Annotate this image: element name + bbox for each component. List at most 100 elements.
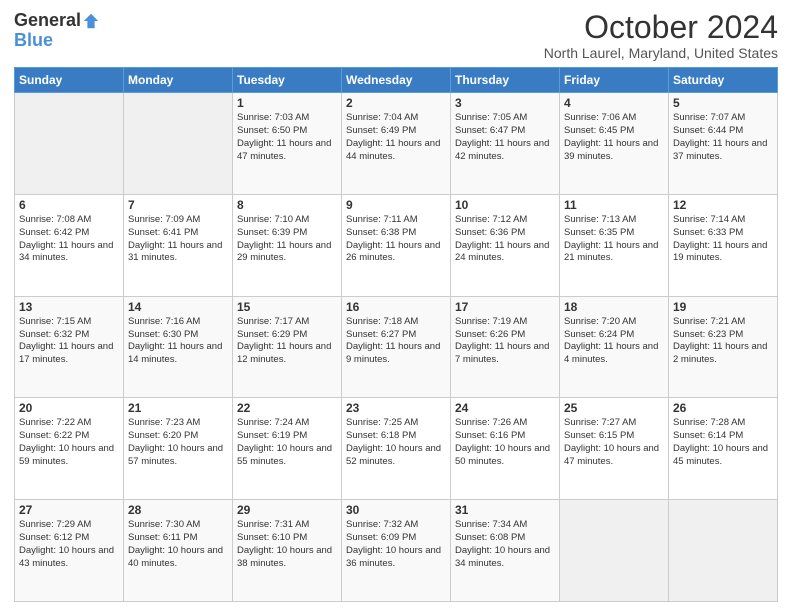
day-number: 3 xyxy=(455,96,555,110)
cell-content: Sunrise: 7:15 AM Sunset: 6:32 PM Dayligh… xyxy=(19,316,119,367)
calendar-cell: 12 Sunrise: 7:14 AM Sunset: 6:33 PM Dayli… xyxy=(669,194,778,296)
calendar-cell: 9Sunrise: 7:11 AM Sunset: 6:38 PM Daylig… xyxy=(342,194,451,296)
day-number: 6 xyxy=(19,198,119,212)
header: General Blue October 2024 North Laurel, … xyxy=(14,10,778,61)
logo-blue-text: Blue xyxy=(14,31,53,49)
cell-content: Sunrise: 7:05 AM Sunset: 6:47 PM Dayligh… xyxy=(455,112,555,163)
day-number: 26 xyxy=(673,401,773,415)
day-number: 12 xyxy=(673,198,773,212)
day-number: 27 xyxy=(19,503,119,517)
calendar-cell: 15 Sunrise: 7:17 AM Sunset: 6:29 PM Dayli… xyxy=(233,296,342,398)
calendar-cell: 22Sunrise: 7:24 AM Sunset: 6:19 PM Dayli… xyxy=(233,398,342,500)
day-number: 14 xyxy=(128,300,228,314)
day-number: 23 xyxy=(346,401,446,415)
cell-content: Sunrise: 7:34 AM Sunset: 6:08 PM Dayligh… xyxy=(455,519,555,570)
calendar-cell: 11 Sunrise: 7:13 AM Sunset: 6:35 PM Dayli… xyxy=(560,194,669,296)
day-of-week-header: Sunday xyxy=(15,68,124,93)
cell-content: Sunrise: 7:12 AM Sunset: 6:36 PM Dayligh… xyxy=(455,214,555,265)
cell-content: Sunrise: 7:20 AM Sunset: 6:24 PM Dayligh… xyxy=(564,316,664,367)
calendar-cell: 18 Sunrise: 7:20 AM Sunset: 6:24 PM Dayli… xyxy=(560,296,669,398)
calendar-cell: 26Sunrise: 7:28 AM Sunset: 6:14 PM Dayli… xyxy=(669,398,778,500)
logo: General Blue xyxy=(14,10,100,49)
calendar-cell: 10Sunrise: 7:12 AM Sunset: 6:36 PM Dayli… xyxy=(451,194,560,296)
day-number: 16 xyxy=(346,300,446,314)
day-number: 24 xyxy=(455,401,555,415)
calendar-cell: 27 Sunrise: 7:29 AM Sunset: 6:12 PM Dayli… xyxy=(15,500,124,602)
day-number: 2 xyxy=(346,96,446,110)
cell-content: Sunrise: 7:26 AM Sunset: 6:16 PM Dayligh… xyxy=(455,417,555,468)
day-number: 17 xyxy=(455,300,555,314)
location-subtitle: North Laurel, Maryland, United States xyxy=(544,45,778,61)
calendar-cell: 16 Sunrise: 7:18 AM Sunset: 6:27 PM Dayli… xyxy=(342,296,451,398)
calendar-week-row: 27 Sunrise: 7:29 AM Sunset: 6:12 PM Dayli… xyxy=(15,500,778,602)
cell-content: Sunrise: 7:17 AM Sunset: 6:29 PM Dayligh… xyxy=(237,316,337,367)
day-number: 7 xyxy=(128,198,228,212)
cell-content: Sunrise: 7:21 AM Sunset: 6:23 PM Dayligh… xyxy=(673,316,773,367)
logo-text: General xyxy=(14,10,100,31)
day-number: 19 xyxy=(673,300,773,314)
cell-content: Sunrise: 7:19 AM Sunset: 6:26 PM Dayligh… xyxy=(455,316,555,367)
cell-content: Sunrise: 7:27 AM Sunset: 6:15 PM Dayligh… xyxy=(564,417,664,468)
logo-icon xyxy=(82,12,100,30)
day-number: 30 xyxy=(346,503,446,517)
day-number: 18 xyxy=(564,300,664,314)
cell-content: Sunrise: 7:31 AM Sunset: 6:10 PM Dayligh… xyxy=(237,519,337,570)
cell-content: Sunrise: 7:22 AM Sunset: 6:22 PM Dayligh… xyxy=(19,417,119,468)
page: General Blue October 2024 North Laurel, … xyxy=(0,0,792,612)
cell-content: Sunrise: 7:30 AM Sunset: 6:11 PM Dayligh… xyxy=(128,519,228,570)
day-of-week-header: Monday xyxy=(124,68,233,93)
day-number: 15 xyxy=(237,300,337,314)
calendar-cell: 8Sunrise: 7:10 AM Sunset: 6:39 PM Daylig… xyxy=(233,194,342,296)
day-number: 13 xyxy=(19,300,119,314)
cell-content: Sunrise: 7:09 AM Sunset: 6:41 PM Dayligh… xyxy=(128,214,228,265)
cell-content: Sunrise: 7:10 AM Sunset: 6:39 PM Dayligh… xyxy=(237,214,337,265)
calendar-cell: 3 Sunrise: 7:05 AM Sunset: 6:47 PM Daylig… xyxy=(451,93,560,195)
calendar-cell: 5Sunrise: 7:07 AM Sunset: 6:44 PM Daylig… xyxy=(669,93,778,195)
day-of-week-header: Friday xyxy=(560,68,669,93)
calendar-cell: 23 Sunrise: 7:25 AM Sunset: 6:18 PM Dayli… xyxy=(342,398,451,500)
cell-content: Sunrise: 7:18 AM Sunset: 6:27 PM Dayligh… xyxy=(346,316,446,367)
calendar-table: SundayMondayTuesdayWednesdayThursdayFrid… xyxy=(14,67,778,602)
logo-general-text: General xyxy=(14,10,81,31)
calendar-cell: 21Sunrise: 7:23 AM Sunset: 6:20 PM Dayli… xyxy=(124,398,233,500)
title-section: October 2024 North Laurel, Maryland, Uni… xyxy=(544,10,778,61)
cell-content: Sunrise: 7:23 AM Sunset: 6:20 PM Dayligh… xyxy=(128,417,228,468)
cell-content: Sunrise: 7:13 AM Sunset: 6:35 PM Dayligh… xyxy=(564,214,664,265)
calendar-cell: 31 Sunrise: 7:34 AM Sunset: 6:08 PM Dayli… xyxy=(451,500,560,602)
calendar-header-row: SundayMondayTuesdayWednesdayThursdayFrid… xyxy=(15,68,778,93)
cell-content: Sunrise: 7:06 AM Sunset: 6:45 PM Dayligh… xyxy=(564,112,664,163)
calendar-cell: 13 Sunrise: 7:15 AM Sunset: 6:32 PM Dayli… xyxy=(15,296,124,398)
day-number: 20 xyxy=(19,401,119,415)
calendar-cell: 24 Sunrise: 7:26 AM Sunset: 6:16 PM Dayli… xyxy=(451,398,560,500)
calendar-cell xyxy=(124,93,233,195)
day-of-week-header: Saturday xyxy=(669,68,778,93)
calendar-cell: 30 Sunrise: 7:32 AM Sunset: 6:09 PM Dayli… xyxy=(342,500,451,602)
calendar-cell xyxy=(15,93,124,195)
cell-content: Sunrise: 7:04 AM Sunset: 6:49 PM Dayligh… xyxy=(346,112,446,163)
month-year-title: October 2024 xyxy=(544,10,778,45)
calendar-cell: 1Sunrise: 7:03 AM Sunset: 6:50 PM Daylig… xyxy=(233,93,342,195)
day-of-week-header: Thursday xyxy=(451,68,560,93)
calendar-week-row: 1Sunrise: 7:03 AM Sunset: 6:50 PM Daylig… xyxy=(15,93,778,195)
cell-content: Sunrise: 7:08 AM Sunset: 6:42 PM Dayligh… xyxy=(19,214,119,265)
day-number: 11 xyxy=(564,198,664,212)
calendar-cell xyxy=(669,500,778,602)
calendar-cell: 17 Sunrise: 7:19 AM Sunset: 6:26 PM Dayli… xyxy=(451,296,560,398)
calendar-cell: 4Sunrise: 7:06 AM Sunset: 6:45 PM Daylig… xyxy=(560,93,669,195)
cell-content: Sunrise: 7:29 AM Sunset: 6:12 PM Dayligh… xyxy=(19,519,119,570)
day-of-week-header: Tuesday xyxy=(233,68,342,93)
cell-content: Sunrise: 7:03 AM Sunset: 6:50 PM Dayligh… xyxy=(237,112,337,163)
day-number: 31 xyxy=(455,503,555,517)
cell-content: Sunrise: 7:25 AM Sunset: 6:18 PM Dayligh… xyxy=(346,417,446,468)
cell-content: Sunrise: 7:07 AM Sunset: 6:44 PM Dayligh… xyxy=(673,112,773,163)
cell-content: Sunrise: 7:14 AM Sunset: 6:33 PM Dayligh… xyxy=(673,214,773,265)
day-number: 28 xyxy=(128,503,228,517)
day-number: 9 xyxy=(346,198,446,212)
cell-content: Sunrise: 7:32 AM Sunset: 6:09 PM Dayligh… xyxy=(346,519,446,570)
cell-content: Sunrise: 7:16 AM Sunset: 6:30 PM Dayligh… xyxy=(128,316,228,367)
calendar-cell: 25Sunrise: 7:27 AM Sunset: 6:15 PM Dayli… xyxy=(560,398,669,500)
calendar-cell xyxy=(560,500,669,602)
calendar-week-row: 20 Sunrise: 7:22 AM Sunset: 6:22 PM Dayli… xyxy=(15,398,778,500)
calendar-week-row: 6 Sunrise: 7:08 AM Sunset: 6:42 PM Daylig… xyxy=(15,194,778,296)
day-of-week-header: Wednesday xyxy=(342,68,451,93)
